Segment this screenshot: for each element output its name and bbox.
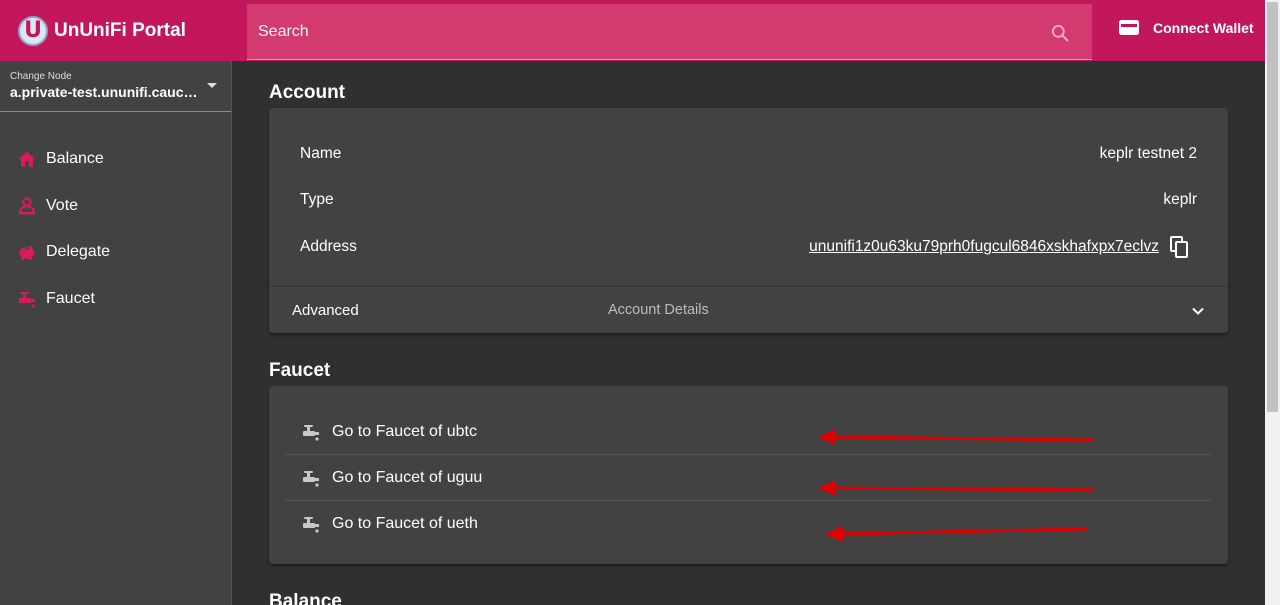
brand[interactable]: U UnUniFi Portal	[0, 0, 231, 61]
account-name-row: Name keplr testnet 2	[300, 145, 1197, 163]
piggy-bank-icon	[19, 245, 35, 261]
faucet-card: Go to Faucet of ubtc Go to Faucet of ugu…	[269, 386, 1228, 564]
sidebar: Change Node a.private-test.ununifi.cauch…	[0, 61, 232, 605]
top-app-bar: U UnUniFi Portal Connect Wallet	[0, 0, 1265, 61]
change-node-label: Change Node	[10, 71, 72, 82]
faucet-icon	[19, 291, 35, 308]
sidebar-item-label: Faucet	[46, 289, 95, 307]
sidebar-item-label: Delegate	[46, 243, 111, 261]
connect-wallet-label: Connect Wallet	[1153, 19, 1254, 36]
faucet-link-uguu[interactable]: Go to Faucet of uguu	[285, 455, 1211, 501]
copy-icon[interactable]	[1169, 236, 1189, 258]
change-node-select[interactable]: Change Node a.private-test.ununifi.cauch…	[0, 61, 231, 112]
sidebar-nav: Balance Vote Delegate Faucet	[0, 112, 231, 322]
scrollbar-thumb[interactable]	[1267, 2, 1278, 412]
app-title: UnUniFi Portal	[54, 19, 186, 41]
vote-icon	[19, 197, 35, 215]
chevron-down-icon	[1192, 307, 1204, 315]
sidebar-item-label: Vote	[46, 196, 79, 214]
advanced-description: Account Details	[608, 302, 709, 318]
sidebar-item-delegate[interactable]: Delegate	[0, 229, 231, 276]
sidebar-item-vote[interactable]: Vote	[0, 183, 231, 230]
row-label: Name	[300, 145, 342, 162]
faucet-link-ubtc[interactable]: Go to Faucet of ubtc	[285, 409, 1211, 455]
search-bar[interactable]	[247, 4, 1092, 60]
sidebar-item-label: Balance	[46, 150, 104, 168]
faucet-link-ueth[interactable]: Go to Faucet of ueth	[285, 501, 1211, 547]
faucet-link-label: Go to Faucet of uguu	[332, 468, 483, 486]
node-value: a.private-test.ununifi.cauchye....	[10, 84, 205, 100]
search-input[interactable]	[258, 22, 1018, 41]
row-label: Type	[300, 191, 334, 208]
row-value: keplr testnet 2	[1099, 145, 1197, 162]
wallet-icon	[1119, 20, 1139, 35]
faucet-link-label: Go to Faucet of ueth	[332, 515, 478, 532]
account-section-title: Account	[269, 82, 345, 103]
home-icon	[19, 151, 35, 167]
faucet-link-label: Go to Faucet of ubtc	[332, 422, 477, 440]
balance-section-title: Balance	[269, 591, 342, 605]
faucet-icon	[303, 470, 319, 487]
account-type-row: Type keplr	[300, 191, 1197, 209]
faucet-section-title: Faucet	[269, 360, 331, 381]
page-scrollbar[interactable]	[1265, 0, 1280, 605]
address-group: ununifi1z0u63ku79prh0fugcul6846xskhafxpx…	[809, 236, 1189, 258]
connect-wallet-button[interactable]: Connect Wallet	[1118, 19, 1254, 36]
row-label: Address	[300, 238, 357, 255]
faucet-icon	[303, 517, 319, 533]
account-address-row: Address ununifi1z0u63ku79prh0fugcul6846x…	[300, 236, 1197, 258]
faucet-icon	[303, 424, 319, 441]
advanced-title: Advanced	[292, 301, 359, 319]
account-card: Name keplr testnet 2 Type keplr Address …	[269, 108, 1228, 333]
logo-icon: U	[18, 15, 48, 46]
address-link[interactable]: ununifi1z0u63ku79prh0fugcul6846xskhafxpx…	[809, 238, 1159, 256]
search-icon[interactable]	[1050, 23, 1070, 43]
dropdown-arrow-icon	[207, 83, 217, 88]
row-value: keplr	[1163, 191, 1197, 208]
advanced-expansion-panel[interactable]: Advanced Account Details	[269, 286, 1228, 333]
sidebar-item-balance[interactable]: Balance	[0, 136, 231, 183]
sidebar-item-faucet[interactable]: Faucet	[0, 276, 231, 323]
